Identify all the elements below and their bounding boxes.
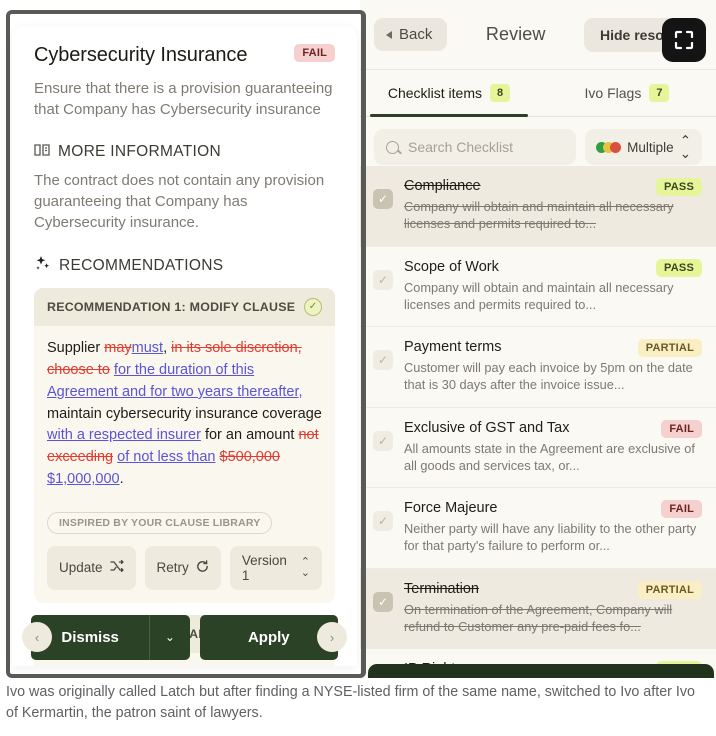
redline-unchanged: . [119, 470, 124, 487]
detail-subtitle: Ensure that there is a provision guarant… [34, 80, 333, 119]
redline-deletion: $500,000 [219, 449, 280, 466]
redline-insertion: of not less than [117, 449, 216, 466]
tab-checklist-items-count: 8 [490, 83, 511, 103]
checklist-item-description: All amounts state in the Agreement are e… [404, 440, 695, 473]
version-selector[interactable]: Version 1 ⌃ ⌄ [229, 545, 322, 590]
tab-ivo-flags-count: 7 [649, 83, 670, 103]
detail-status-badge: FAIL [294, 44, 335, 62]
page-title: Review [485, 24, 546, 44]
more-information-body: The contract does not contain any provis… [34, 171, 325, 232]
redline-deletion: may [104, 340, 132, 357]
chevron-updown-icon: ⌃ ⌄ [679, 132, 691, 161]
back-button-label: Back [399, 26, 433, 43]
status-dots-icon [596, 141, 622, 153]
checklist-items-list[interactable]: ✓ Compliance PASS Company will obtain and m… [360, 166, 716, 678]
chevron-left-icon [386, 30, 392, 39]
status-filter-label: Multiple [627, 139, 674, 155]
screenshot-root: Back Review Hide resolved Checklist item… [0, 0, 716, 736]
chevron-down-icon[interactable]: ⌄ [150, 615, 190, 660]
chevron-updown-icon: ⌃ ⌄ [300, 555, 310, 579]
redline-insertion: $1,000,000 [47, 470, 120, 487]
checkbox-icon[interactable]: ✓ [373, 430, 393, 451]
redline-unchanged: Supplier [47, 340, 105, 357]
review-tabs: Checklist items 8 Ivo Flags 7 [360, 70, 716, 117]
checklist-item[interactable]: ✓ Scope of Work PASS Company will obtain an… [360, 246, 716, 328]
back-button[interactable]: Back [374, 18, 448, 51]
review-panel: Back Review Hide resolved Checklist item… [360, 0, 716, 678]
checkbox-icon[interactable]: ✓ [373, 189, 393, 209]
retry-button[interactable]: Retry [144, 545, 221, 590]
checklist-item-description: Company will obtain and maintain all nec… [404, 199, 674, 232]
checkbox-icon[interactable]: ✓ [373, 350, 393, 371]
redline-unchanged: maintain cybersecurity insurance coverag… [47, 405, 322, 422]
more-information-header: MORE INFORMATION [34, 143, 335, 162]
checklist-item-title: Exclusive of GST and Tax [404, 419, 570, 436]
fullscreen-expand-icon[interactable] [662, 18, 706, 62]
redline-unchanged: for an amount [200, 427, 299, 444]
search-checklist-input[interactable]: Search Checklist [374, 129, 577, 165]
checkbox-icon[interactable]: ✓ [373, 591, 393, 612]
tab-ivo-flags[interactable]: Ivo Flags 7 [538, 70, 716, 116]
detail-footer: ‹ Dismiss ⌄ Apply › [12, 608, 357, 666]
refresh-icon [196, 559, 209, 576]
checkbox-icon[interactable]: ✓ [373, 269, 393, 290]
book-open-icon [34, 143, 50, 162]
status-badge: FAIL [661, 500, 702, 519]
checklist-item-title: Force Majeure [404, 500, 498, 517]
checklist-item[interactable]: ✓ Termination PARTIAL On termination of the… [360, 568, 716, 650]
checklist-item[interactable]: ✓ Compliance PASS Company will obtain and m… [360, 166, 716, 247]
checklist-item-description: Customer will pay each invoice by 5pm on… [404, 360, 693, 393]
status-badge: PASS [656, 258, 702, 277]
check-circle-filled-icon[interactable]: ✓ [304, 298, 322, 317]
detail-title-row: Cybersecurity Insurance FAIL [34, 44, 335, 67]
recommendations-label: RECOMMENDATIONS [59, 256, 224, 274]
status-badge: FAIL [661, 419, 702, 438]
tab-checklist-items-label: Checklist items [387, 85, 482, 101]
status-badge: PARTIAL [637, 339, 702, 358]
checkbox-icon[interactable]: ✓ [373, 511, 393, 532]
more-information-label: MORE INFORMATION [58, 143, 221, 161]
recommendation-redline-text: Supplier maymust, in its sole discretion… [34, 326, 335, 501]
checklist-item-title: Termination [404, 580, 479, 597]
detail-title: Cybersecurity Insurance [34, 44, 248, 66]
checklist-item[interactable]: ✓ Payment terms PARTIAL Customer will pay e… [360, 327, 716, 408]
clause-library-chip: INSPIRED BY YOUR CLAUSE LIBRARY [47, 511, 273, 534]
checklist-item-title: Scope of Work [404, 258, 499, 275]
dismiss-button[interactable]: Dismiss ⌄ [31, 614, 190, 660]
recommendations-header: RECOMMENDATIONS [34, 255, 335, 276]
shuffle-icon [109, 560, 124, 575]
redline-insertion: with a respected insurer [47, 427, 201, 444]
version-selector-label: Version 1 [241, 552, 287, 583]
sparkles-icon [34, 255, 51, 276]
recommendation-modify-heading: RECOMMENDATION 1: MODIFY CLAUSE [47, 300, 296, 315]
tab-ivo-flags-label: Ivo Flags [584, 85, 642, 101]
recommendation-modify-clause: RECOMMENDATION 1: MODIFY CLAUSE ✓ Suppli… [34, 288, 335, 603]
update-button[interactable]: Update [47, 545, 136, 590]
checklist-item-description: On termination of the Agreement, Company… [404, 601, 673, 634]
redline-unchanged: , [163, 340, 172, 357]
update-button-label: Update [59, 560, 103, 576]
checklist-item-description: Neither party will have any liability to… [404, 521, 697, 554]
checklist-item[interactable]: ✓ Exclusive of GST and Tax FAIL All amounts… [360, 407, 716, 489]
detail-card: Cybersecurity Insurance FAIL Ensure that… [12, 26, 357, 666]
chevron-left-icon[interactable]: ‹ [22, 622, 52, 652]
recommendation-actions: Update Retry Version 1 ⌃ ⌄ [34, 534, 335, 603]
recommendation-modify-header: RECOMMENDATION 1: MODIFY CLAUSE ✓ [34, 288, 335, 327]
redline-insertion: must [131, 340, 164, 357]
checklist-item-title: Compliance [404, 178, 481, 194]
search-icon [386, 140, 399, 154]
search-placeholder: Search Checklist [408, 139, 514, 155]
figure-caption: Ivo was originally called Latch but afte… [6, 684, 695, 721]
checklist-item-description: Company will obtain and maintain all nec… [404, 279, 674, 312]
status-badge: PASS [656, 178, 702, 196]
checklist-item[interactable]: ✓ Force Majeure FAIL Neither party will hav… [360, 488, 716, 569]
tab-checklist-items[interactable]: Checklist items 8 [360, 70, 538, 117]
chevron-right-icon[interactable]: › [317, 622, 347, 652]
checklist-item-title: Payment terms [404, 339, 502, 356]
bottom-green-bar [368, 664, 714, 678]
status-badge: PARTIAL [637, 580, 702, 599]
retry-button-label: Retry [156, 560, 189, 576]
status-filter-dropdown[interactable]: Multiple ⌃ ⌄ [585, 129, 702, 165]
